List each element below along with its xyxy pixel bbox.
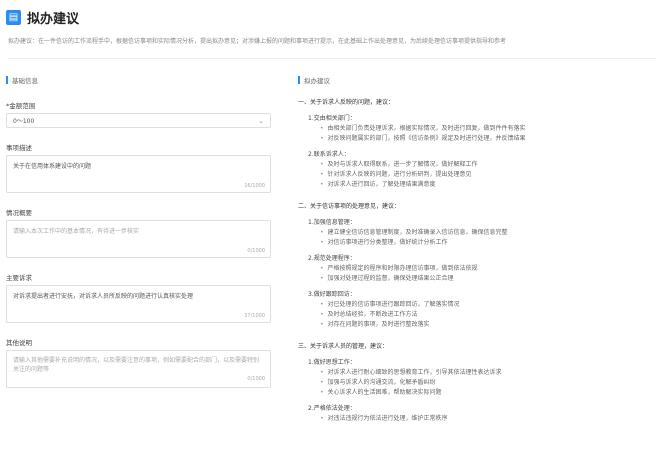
suggestion-bullet: 关心诉求人的生活困难，帮助解决实际问题 — [298, 388, 648, 398]
suggestion-bullet: 对反映问题属实的部门，按照《信访条例》规定及时进行处理，并反馈结果 — [298, 134, 648, 144]
suggestion-bullet: 对违法违规行为依法进行处理，维护正常秩序 — [298, 414, 648, 424]
form-section-header: 基础信息 — [6, 74, 271, 86]
other-placeholder: 请输入其他需要补充说明的情况，以及需要注意的事项，例如需要配合的部门，以及需要特… — [13, 357, 260, 373]
suggestion-section-title: 拟办建议 — [304, 77, 330, 85]
header-divider — [8, 58, 656, 59]
suggestion-bullet: 对信访事项进行分类整理，做好统计分析工作 — [298, 238, 648, 248]
section-marker — [298, 76, 300, 84]
suggestion-heading: 3.做好跟踪回访： — [308, 291, 356, 298]
subject-value: 关于在信用体系建设中的问题 — [13, 163, 92, 170]
subject-char-count: 16/1000 — [244, 183, 265, 189]
subject-label: 事项描述 — [6, 144, 32, 152]
appeal-label: 主要诉求 — [6, 274, 32, 282]
suggestion-bullet: 加强与诉求人的沟通交流，化解矛盾纠纷 — [298, 378, 648, 388]
appeal-value: 对诉求提出者进行安抚，对诉求人员所反映的问题进行认真核实处理 — [13, 293, 194, 300]
appeal-char-count: 37/1000 — [244, 313, 265, 319]
suggestion-heading: 一、关于诉求人反映的问题，建议： — [298, 99, 395, 106]
suggestion-bullet: 由相关部门负责处理诉求，根据实际情况，及时进行回复，做到件件有落实 — [298, 124, 648, 134]
page-title: 拟办建议 — [27, 11, 80, 27]
suggestion-heading: 2.严格依法处理： — [308, 405, 356, 412]
suggestion-bullet: 对诉求人进行耐心细致的思想教育工作，引导其依法理性表达诉求 — [298, 368, 648, 378]
other-char-count: 0/1000 — [247, 376, 265, 382]
amount-select[interactable]: 0～100 ⌄ — [6, 113, 271, 128]
amount-label: *金额范围 — [6, 102, 36, 110]
suggestion-heading: 2.联系诉求人： — [308, 151, 350, 158]
suggestion-section-header: 拟办建议 — [298, 74, 648, 86]
suggestion-heading: 二、关于信访事项的处理意见，建议： — [298, 203, 401, 210]
header: ▤ 拟办建议 — [6, 6, 79, 28]
page: ▤ 拟办建议 拟办建议：在一件信访的工作流程手中，根据信访事项和实际情况分析，提… — [0, 0, 664, 475]
form-panel: 基础信息 *金额范围 0～100 ⌄ 事项描述 关于在信用体系建设中的问题 16… — [6, 74, 271, 388]
chevron-down-icon: ⌄ — [258, 116, 264, 125]
suggestion-bullet: 针对诉求人反映的问题，进行分析研判，提出处理意见 — [298, 170, 648, 180]
document-icon: ▤ — [6, 9, 21, 25]
other-textarea[interactable]: 请输入其他需要补充说明的情况，以及需要注意的事项，例如需要配合的部门，以及需要特… — [6, 350, 271, 388]
suggestion-bullet: 建立健全信访信息管理制度，及时准确录入信访信息，确保信息完整 — [298, 228, 648, 238]
form-section-title: 基础信息 — [12, 77, 38, 85]
suggestion-bullet: 对存在问题的事项，及时进行整改落实 — [298, 320, 648, 330]
suggestion-bullet: 及时与诉求人取得联系，进一步了解情况，做好解释工作 — [298, 160, 648, 170]
suggestion-panel: 拟办建议 一、关于诉求人反映的问题，建议： 1.交由相关部门： 由相关部门负责处理诉… — [298, 74, 648, 424]
suggestion-bullet: 加强对处理过程的监督，确保处理结果公正合理 — [298, 274, 648, 284]
appeal-textarea[interactable]: 对诉求提出者进行安抚，对诉求人员所反映的问题进行认真核实处理 37/1000 — [6, 285, 271, 323]
suggestion-heading: 1.交由相关部门： — [308, 115, 356, 122]
suggestion-bullet: 及时总结经验，不断改进工作方法 — [298, 310, 648, 320]
suggestion-heading: 1.做好思想工作： — [308, 359, 356, 366]
suggestion-heading: 三、关于诉求人员的管理，建议： — [298, 343, 389, 350]
suggestion-bullet: 对诉求人进行回访，了解处理结果满意度 — [298, 180, 648, 190]
suggestion-list: 一、关于诉求人反映的问题，建议： 1.交由相关部门： 由相关部门负责处理诉求，根据实… — [298, 98, 648, 424]
suggestion-heading: 1.加强信息管理： — [308, 219, 356, 226]
notes-placeholder: 请输入本次工作中的基本情况，有待进一步核实 — [13, 228, 140, 235]
page-description: 拟办建议：在一件信访的工作流程手中，根据信访事项和实际情况分析，提出拟办意见；对… — [8, 38, 507, 45]
section-marker — [6, 76, 8, 84]
notes-textarea[interactable]: 请输入本次工作中的基本情况，有待进一步核实 0/1000 — [6, 220, 271, 258]
notes-char-count: 0/1000 — [247, 248, 265, 254]
suggestion-bullet: 对已处理的信访事项进行跟踪回访，了解落实情况 — [298, 300, 648, 310]
other-label: 其他说明 — [6, 339, 32, 347]
notes-label: 情况概要 — [6, 209, 32, 217]
subject-textarea[interactable]: 关于在信用体系建设中的问题 16/1000 — [6, 155, 271, 193]
suggestion-bullet: 严格按照规定的程序和时限办理信访事项，做到依法依规 — [298, 264, 648, 274]
amount-value: 0～100 — [13, 118, 35, 125]
suggestion-heading: 2.规范处理程序： — [308, 255, 356, 262]
